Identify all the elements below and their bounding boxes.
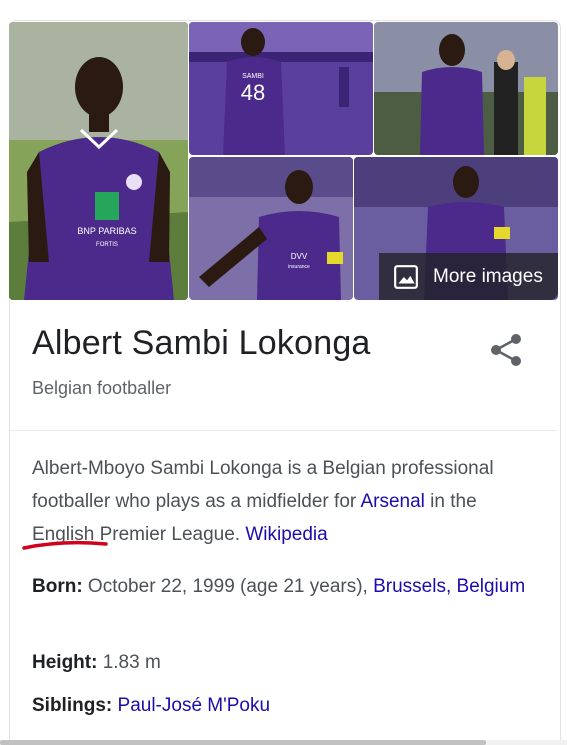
entity-title: Albert Sambi Lokonga bbox=[32, 324, 371, 362]
jersey-back-name: SAMBI bbox=[242, 73, 264, 80]
fact-born-label: Born: bbox=[32, 576, 83, 597]
jersey-sponsor-text: BNP PARIBAS bbox=[77, 226, 136, 236]
fact-born-value: October 22, 1999 (age 21 years), bbox=[82, 576, 374, 597]
horizontal-scrollbar-thumb[interactable] bbox=[0, 740, 486, 745]
share-icon bbox=[491, 334, 521, 366]
player-portrait-image[interactable]: BNP PARIBAS FORTIS bbox=[9, 22, 188, 300]
player-back-image[interactable]: SAMBI 48 bbox=[189, 22, 373, 155]
player-armband-image[interactable]: DVV insurance bbox=[189, 157, 353, 300]
player-portrait-graphic: BNP PARIBAS FORTIS bbox=[9, 22, 188, 300]
jersey-alt-sponsor-sub-text: insurance bbox=[288, 264, 310, 270]
image-icon bbox=[394, 264, 418, 289]
sibling-link[interactable]: Paul-José M'Poku bbox=[118, 695, 271, 716]
birthplace-link[interactable]: Brussels, Belgium bbox=[373, 576, 525, 597]
player-armband-graphic: DVV insurance bbox=[189, 157, 353, 300]
player-dejected-image[interactable] bbox=[374, 22, 558, 155]
more-images-button[interactable]: More images bbox=[379, 253, 558, 300]
more-images-label: More images bbox=[433, 265, 543, 287]
red-underline-annotation bbox=[22, 540, 108, 550]
section-divider bbox=[10, 430, 558, 431]
fact-siblings-label: Siblings: bbox=[32, 695, 113, 716]
jersey-alt-sponsor-text: DVV bbox=[291, 252, 308, 261]
knowledge-panel-page: BNP PARIBAS FORTIS SAMBI 48 DVV insuranc… bbox=[0, 0, 567, 745]
player-back-graphic: SAMBI 48 bbox=[189, 22, 373, 155]
description-text: Albert-Mboyo Sambi Lokonga is a Belgian … bbox=[32, 452, 537, 551]
jersey-sponsor-sub-text: FORTIS bbox=[96, 242, 118, 248]
share-button[interactable] bbox=[488, 333, 524, 367]
fact-height-label: Height: bbox=[32, 652, 98, 673]
fact-height: Height: 1.83 m bbox=[32, 646, 537, 679]
jersey-number: 48 bbox=[241, 80, 265, 105]
arsenal-link[interactable]: Arsenal bbox=[360, 491, 424, 512]
player-dejected-graphic bbox=[374, 22, 558, 155]
fact-siblings: Siblings: Paul-José M'Poku bbox=[32, 689, 537, 722]
wikipedia-link[interactable]: Wikipedia bbox=[245, 524, 327, 545]
entity-subtitle: Belgian footballer bbox=[32, 378, 172, 398]
fact-height-value: 1.83 m bbox=[97, 652, 161, 673]
fact-born: Born: October 22, 1999 (age 21 years), B… bbox=[32, 570, 537, 603]
